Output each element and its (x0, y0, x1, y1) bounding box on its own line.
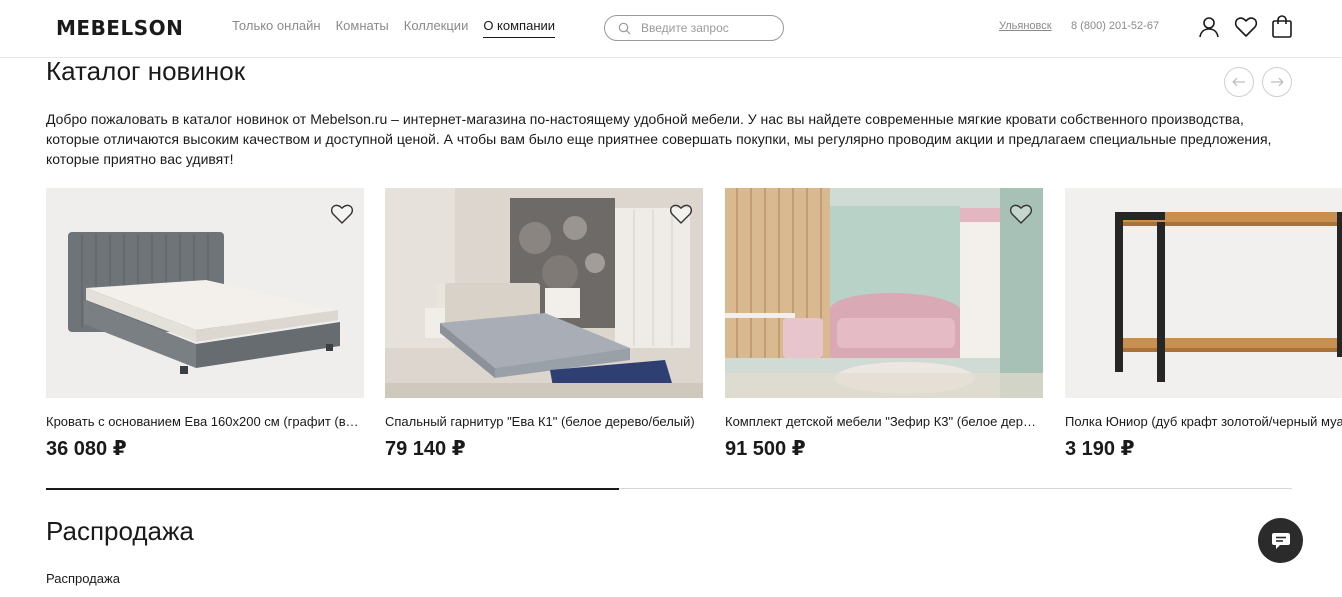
product-image-kids-room[interactable] (725, 188, 1043, 398)
favorite-heart-icon[interactable] (330, 204, 354, 225)
heart-icon[interactable] (1233, 14, 1259, 40)
search-input[interactable] (641, 19, 776, 37)
product-price: 91 500 ₽ (725, 438, 806, 460)
carousel-scrollbar-thumb[interactable] (46, 487, 619, 490)
product-name[interactable]: Комплект детской мебели "Зефир К3" (бело… (725, 414, 1043, 429)
arrow-right-icon (1271, 77, 1284, 87)
nav-item-collections[interactable]: Коллекции (404, 18, 469, 38)
product-name[interactable]: Полка Юниор (дуб крафт золотой/черный му… (1065, 414, 1342, 429)
bag-icon[interactable] (1269, 14, 1295, 40)
sale-link[interactable]: Распродажа (46, 571, 120, 586)
product-carousel: Кровать с основанием Ева 160х200 см (гра… (46, 188, 1342, 468)
site-header: MEBELSON Только онлайн Комнаты Коллекции… (0, 0, 1342, 58)
product-image-shelf[interactable] (1065, 188, 1342, 398)
site-logo[interactable]: MEBELSON (56, 16, 183, 40)
chat-button[interactable] (1258, 518, 1303, 563)
product-image-bedroom-set[interactable] (385, 188, 703, 398)
catalog-title: Каталог новинок (46, 56, 246, 86)
arrow-left-icon (1232, 77, 1245, 87)
phone-number[interactable]: 8 (800) 201-52-67 (1071, 20, 1159, 32)
product-price: 36 080 ₽ (46, 438, 127, 460)
catalog-intro-text: Добро пожаловать в каталог новинок от Me… (46, 111, 1272, 167)
favorite-heart-icon[interactable] (669, 204, 693, 225)
carousel-next-button[interactable] (1262, 67, 1292, 97)
favorite-heart-icon[interactable] (1009, 204, 1033, 225)
nav-item-about[interactable]: О компании (483, 18, 556, 38)
carousel-scrollbar[interactable] (46, 487, 1292, 490)
product-image-bed[interactable] (46, 188, 364, 398)
product-card[interactable]: Кровать с основанием Ева 160х200 см (гра… (46, 188, 364, 461)
search-box[interactable] (604, 15, 784, 41)
city-selector[interactable]: Ульяновск (999, 20, 1052, 32)
sale-title: Распродажа (46, 516, 194, 546)
product-price: 3 190 ₽ (1065, 438, 1135, 460)
chat-icon (1271, 532, 1290, 549)
search-icon (618, 22, 631, 35)
product-price: 79 140 ₽ (385, 438, 466, 460)
product-card[interactable]: Спальный гарнитур "Ева К1" (белое дерево… (385, 188, 703, 461)
carousel-prev-button[interactable] (1224, 67, 1254, 97)
user-icon[interactable] (1196, 14, 1222, 40)
product-name[interactable]: Кровать с основанием Ева 160х200 см (гра… (46, 414, 364, 429)
product-card[interactable]: Полка Юниор (дуб крафт золотой/черный му… (1065, 188, 1342, 461)
nav-item-rooms[interactable]: Комнаты (336, 18, 389, 38)
product-name[interactable]: Спальный гарнитур "Ева К1" (белое дерево… (385, 414, 703, 429)
product-card[interactable]: Комплект детской мебели "Зефир К3" (бело… (725, 188, 1043, 461)
nav-item-online-only[interactable]: Только онлайн (232, 18, 321, 38)
main-nav: Только онлайн Комнаты Коллекции О компан… (232, 18, 556, 38)
